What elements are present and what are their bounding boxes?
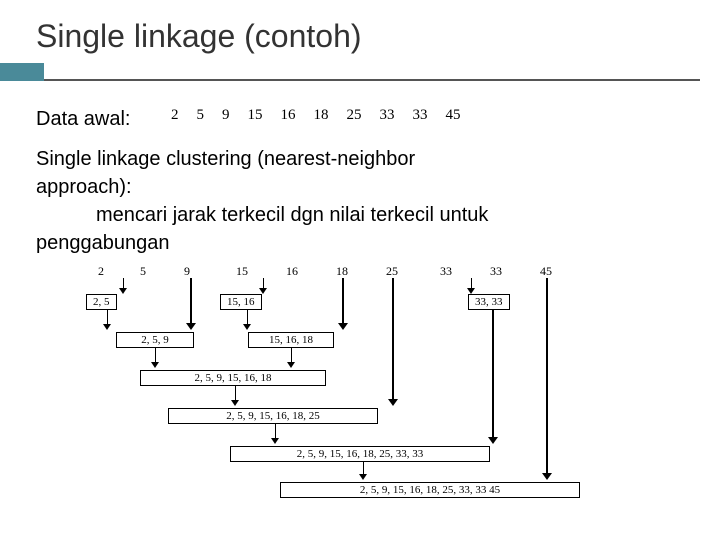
arrow-icon: [488, 310, 498, 444]
top-val-0: 2: [98, 264, 104, 279]
arrow-icon: [102, 310, 112, 330]
arrow-icon: [242, 310, 252, 330]
dv-4: 16: [281, 105, 296, 126]
slide-title: Single linkage (contoh): [0, 0, 720, 63]
arrow-icon: [270, 424, 280, 444]
desc-line-3: mencari jarak terkecil dgn nilai terkeci…: [36, 201, 684, 229]
top-val-4: 16: [286, 264, 298, 279]
data-awal-values: 2 5 9 15 16 18 25 33 33 45: [171, 105, 461, 126]
desc-line-2: approach):: [36, 173, 684, 201]
desc-line-1: Single linkage clustering (nearest-neigh…: [36, 145, 684, 173]
cluster-box: 33, 33: [468, 294, 510, 310]
top-val-8: 33: [490, 264, 502, 279]
arrow-icon: [466, 278, 476, 294]
cluster-box: 2, 5, 9, 15, 16, 18, 25, 33, 33: [230, 446, 490, 462]
arrow-icon: [286, 348, 296, 368]
desc-line-4: penggabungan: [36, 229, 684, 257]
top-val-9: 45: [540, 264, 552, 279]
data-awal-row: Data awal: 2 5 9 15 16 18 25 33 33 45: [36, 105, 684, 133]
arrow-icon: [118, 278, 128, 294]
arrow-icon: [388, 278, 398, 406]
arrow-icon: [358, 462, 368, 480]
dv-6: 25: [347, 105, 362, 126]
dv-0: 2: [171, 105, 179, 126]
top-val-6: 25: [386, 264, 398, 279]
top-val-5: 18: [336, 264, 348, 279]
accent-box: [0, 63, 44, 81]
arrow-icon: [230, 386, 240, 406]
dv-3: 15: [248, 105, 263, 126]
dendrogram: 2 5 9 15 16 18 25 33 33 45 2, 5 15, 16 3…: [90, 260, 670, 530]
arrow-icon: [338, 278, 348, 330]
arrow-icon: [542, 278, 552, 480]
top-val-3: 15: [236, 264, 248, 279]
title-underline: [0, 63, 720, 81]
cluster-box: 15, 16, 18: [248, 332, 334, 348]
cluster-box: 2, 5, 9: [116, 332, 194, 348]
top-val-7: 33: [440, 264, 452, 279]
arrow-icon: [258, 278, 268, 294]
dv-9: 45: [446, 105, 461, 126]
cluster-box: 2, 5, 9, 15, 16, 18: [140, 370, 326, 386]
dv-2: 9: [222, 105, 230, 126]
top-val-2: 9: [184, 264, 190, 279]
description-paragraph: Single linkage clustering (nearest-neigh…: [36, 145, 684, 257]
dv-8: 33: [413, 105, 428, 126]
dv-5: 18: [314, 105, 329, 126]
dv-7: 33: [380, 105, 395, 126]
data-awal-label: Data awal:: [36, 108, 131, 130]
cluster-box: 2, 5, 9, 15, 16, 18, 25, 33, 33 45: [280, 482, 580, 498]
cluster-box: 2, 5: [86, 294, 117, 310]
underline-bar: [44, 63, 700, 81]
cluster-box: 2, 5, 9, 15, 16, 18, 25: [168, 408, 378, 424]
top-val-1: 5: [140, 264, 146, 279]
cluster-box: 15, 16: [220, 294, 262, 310]
content-area: Data awal: 2 5 9 15 16 18 25 33 33 45 Si…: [0, 105, 720, 257]
arrow-icon: [186, 278, 196, 330]
arrow-icon: [150, 348, 160, 368]
dv-1: 5: [197, 105, 205, 126]
